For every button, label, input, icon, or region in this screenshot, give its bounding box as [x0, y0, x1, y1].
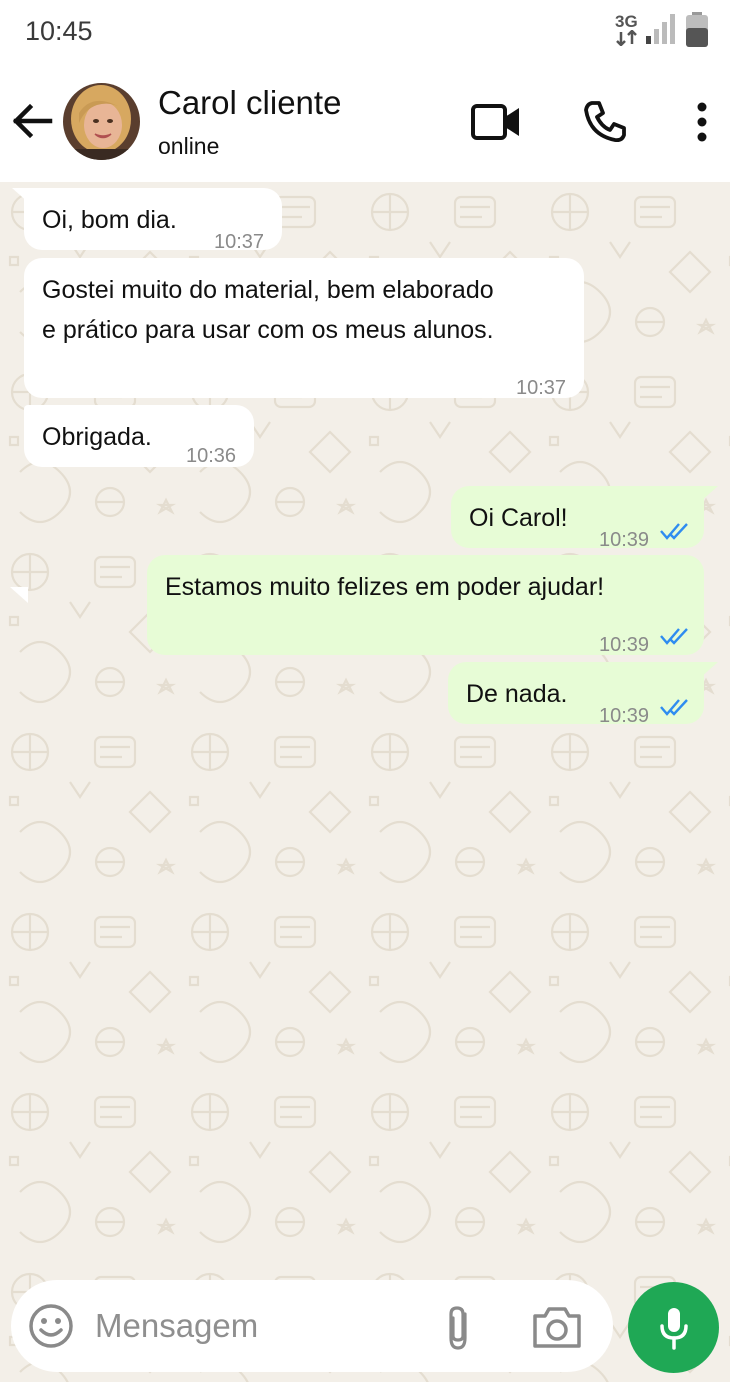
- message-bubble-incoming[interactable]: Oi, bom dia. 10:37: [24, 188, 282, 253]
- status-bar: 10:45 3G: [0, 0, 730, 64]
- bubble-tail-outgoing: [700, 662, 718, 678]
- message-text: Gostei muito do material, bem elaborado: [42, 276, 494, 304]
- read-receipt-icon: [660, 523, 688, 540]
- chat-header: Carol cliente online: [0, 64, 730, 182]
- message-time: 10:39: [599, 529, 650, 551]
- contact-photo: [63, 83, 140, 160]
- read-receipt-icon: [660, 699, 688, 716]
- bubble-tail-incoming: [12, 188, 30, 204]
- contact-name[interactable]: Carol cliente: [158, 84, 341, 122]
- network-type-label: 3G: [615, 12, 638, 31]
- attach-button[interactable]: [441, 1304, 477, 1352]
- phone-icon: [584, 101, 626, 143]
- back-button[interactable]: [10, 98, 56, 144]
- message-bubble-outgoing[interactable]: De nada. 10:39: [448, 662, 704, 727]
- message-bubble-incoming[interactable]: Gostei muito do material, bem elaborado …: [24, 258, 584, 399]
- message-text: Obrigada.: [42, 423, 152, 451]
- mic-icon: [659, 1307, 688, 1350]
- message-text: De nada.: [466, 680, 568, 708]
- bubble-tail-outgoing: [700, 486, 718, 502]
- status-time: 10:45: [25, 16, 93, 46]
- message-bubble-incoming[interactable]: Obrigada. 10:36: [24, 405, 254, 467]
- message-text: Oi Carol!: [469, 504, 568, 532]
- more-options-icon: [697, 102, 707, 142]
- message-time: 10:39: [599, 705, 650, 727]
- bubble-tail-incoming: [10, 587, 28, 603]
- back-arrow-icon: [12, 103, 53, 139]
- message-text: e prático para usar com os meus alunos.: [42, 316, 494, 344]
- message-time: 10:37: [214, 231, 265, 253]
- message-text: Oi, bom dia.: [42, 206, 177, 234]
- voice-message-button[interactable]: [628, 1282, 719, 1373]
- contact-status: online: [158, 133, 220, 159]
- data-arrows-icon: [616, 30, 637, 46]
- contact-avatar[interactable]: [63, 83, 140, 160]
- read-receipt-icon: [660, 628, 688, 645]
- message-bubble-outgoing[interactable]: Estamos muito felizes em poder ajudar! 1…: [147, 555, 704, 656]
- voice-call-button[interactable]: [577, 94, 633, 150]
- signal-icon: [646, 14, 675, 44]
- message-composer: [11, 1280, 613, 1372]
- video-call-icon: [471, 104, 519, 140]
- camera-icon: [533, 1307, 581, 1348]
- emoji-icon: [29, 1304, 73, 1348]
- message-bubble-outgoing[interactable]: Oi Carol! 10:39: [451, 486, 704, 551]
- message-text: Estamos muito felizes em poder ajudar!: [165, 573, 605, 601]
- emoji-button[interactable]: [27, 1302, 75, 1350]
- chat-area[interactable]: Oi, bom dia. 10:37 Gostei muito do mater…: [0, 182, 730, 1382]
- battery-icon: [686, 12, 708, 47]
- more-options-button[interactable]: [674, 94, 730, 150]
- attach-icon: [449, 1306, 467, 1350]
- message-time: 10:39: [599, 634, 650, 656]
- video-call-button[interactable]: [468, 94, 524, 150]
- message-input[interactable]: [95, 1302, 395, 1350]
- status-icons: 3G: [615, 12, 710, 48]
- message-time: 10:36: [186, 445, 237, 467]
- message-time: 10:37: [516, 377, 567, 399]
- camera-button[interactable]: [531, 1304, 583, 1350]
